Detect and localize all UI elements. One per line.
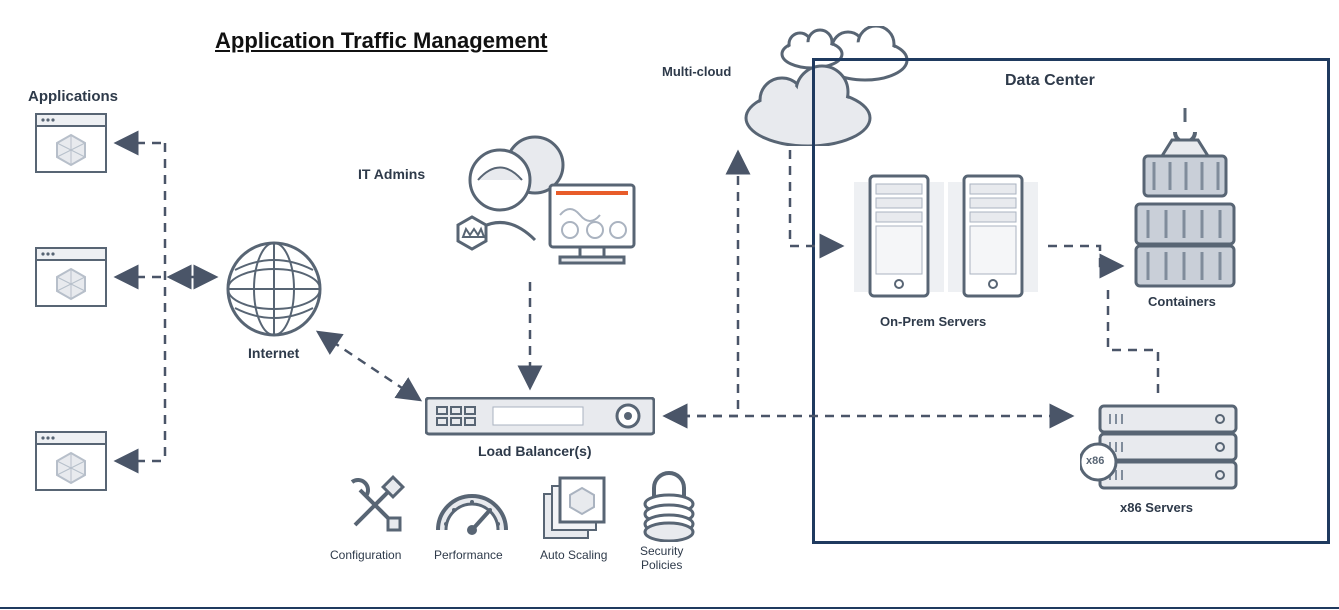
connections-layer: [0, 0, 1339, 610]
